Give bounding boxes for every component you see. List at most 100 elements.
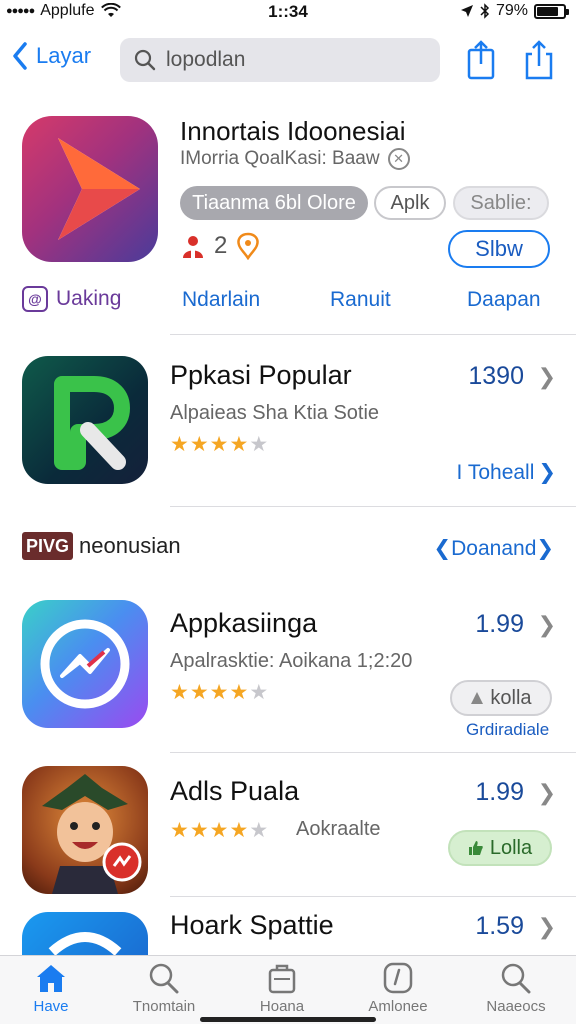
featured-rating-count: 2 (214, 232, 228, 259)
app-price[interactable]: 1.99 (475, 778, 524, 807)
section-header: PIVG neonusian (22, 532, 181, 560)
star-filled-icon: ★ (189, 433, 210, 456)
battery-level (537, 6, 558, 16)
tab-uaking-label: Uaking (56, 287, 122, 310)
close-circle-icon[interactable]: ✕ (387, 148, 410, 170)
app-get-button-label: kolla (490, 686, 532, 709)
tab-daapan[interactable]: Daapan (467, 288, 541, 312)
divider (170, 752, 576, 753)
people-icon (183, 236, 203, 258)
popular-price[interactable]: 1390 (468, 362, 524, 391)
thumbs-up-icon (468, 841, 483, 855)
tab-uaking[interactable]: @ Uaking (22, 286, 121, 312)
app-price[interactable]: 1.59 (475, 912, 524, 941)
section-title: neonusian (79, 533, 181, 558)
tab-search[interactable]: Tnomtain (114, 962, 214, 1015)
section-link-label: Doanand (451, 537, 537, 560)
section-logo: PIVG (22, 532, 74, 560)
badge-icon (237, 232, 260, 260)
app-rating-stars: ★★★★★ (170, 680, 269, 705)
location-arrow-icon (460, 5, 473, 17)
search-input[interactable] (166, 48, 426, 72)
character-face-icon (42, 774, 142, 894)
star-filled-icon: ★ (189, 819, 210, 842)
app-get-button[interactable]: Lolla (448, 830, 552, 866)
star-filled-icon: ★ (209, 433, 230, 456)
star-filled-icon: ★ (229, 681, 250, 704)
chip-sablie[interactable]: Sablie: (453, 186, 549, 220)
star-filled-icon: ★ (189, 681, 210, 704)
status-right: 79% (460, 2, 569, 20)
divider (170, 334, 576, 335)
home-indicator[interactable] (200, 1017, 376, 1022)
app-icon-messenger[interactable] (22, 600, 148, 728)
popular-app-subtitle: Alpaieas Sha Ktia Sotie (170, 402, 380, 424)
search-bar[interactable] (120, 38, 440, 82)
chip-primary[interactable]: Tiaanma 6bl Olore (180, 186, 368, 220)
home-icon (37, 965, 65, 992)
status-bar: ●●●●● Applufe 1::34 79% (0, 0, 576, 26)
search-icon (501, 963, 531, 994)
battery-icon (534, 3, 569, 19)
divider (170, 896, 576, 897)
star-filled-icon: ★ (170, 819, 190, 842)
app-title: Adls Puala (170, 776, 300, 806)
chevron-right-icon[interactable]: ❯ (538, 780, 556, 806)
tab-search-2-label: Naaeocs (486, 998, 546, 1015)
tab-home[interactable]: Have (1, 962, 101, 1015)
tab-ndarlain[interactable]: Ndarlain (182, 288, 260, 312)
tab-search-label: Tnomtain (132, 998, 196, 1015)
chevron-right-icon: ❯ (538, 461, 556, 484)
chip-aplk[interactable]: Aplk (374, 186, 446, 220)
app-price[interactable]: 1.99 (475, 610, 524, 639)
battery-percent: 79% (495, 2, 528, 19)
chevron-right-icon[interactable]: ❯ (538, 364, 556, 390)
star-filled-icon: ★ (209, 819, 230, 842)
featured-app-icon[interactable] (22, 116, 158, 262)
featured-rating-row: 2 (180, 232, 261, 260)
app-subtitle: Aokraalte (296, 818, 381, 840)
app-rating-stars: ★★★★★ (170, 818, 269, 843)
star-filled-icon: ★ (229, 433, 250, 456)
star-filled-icon: ★ (209, 681, 230, 704)
star-filled-icon: ★ (229, 819, 250, 842)
popular-link[interactable]: I Toheall ❯ (457, 460, 556, 485)
popular-app-title: Ppkasi Popular (170, 360, 352, 390)
back-button[interactable]: Layar (12, 42, 91, 70)
popular-app-icon[interactable] (22, 356, 148, 484)
tab-ranuit[interactable]: Ranuit (330, 288, 391, 312)
tab-bag[interactable]: Hoana (232, 962, 332, 1015)
star-empty-icon: ★ (249, 819, 270, 842)
messenger-bolt-icon (40, 619, 130, 709)
play-arrow-icon (58, 138, 140, 240)
updates-icon (383, 962, 413, 994)
app-get-button-label: Lolla (489, 836, 533, 859)
star-filled-icon: ★ (170, 433, 190, 456)
letter-r-icon (54, 376, 130, 470)
app-subtitle: Apalrasktie: Aoikana 1;2:20 (170, 650, 413, 672)
tab-search-2[interactable]: Naaeocs (466, 962, 566, 1015)
tab-updates[interactable]: Amlonee (348, 962, 448, 1015)
tab-bag-label: Hoana (259, 998, 305, 1015)
app-icon-character[interactable] (22, 766, 148, 894)
bookmark-share-icon[interactable] (464, 40, 498, 80)
section-link[interactable]: ❮Doanand❯ (434, 536, 554, 561)
share-icon[interactable] (522, 40, 556, 80)
bag-icon (268, 964, 296, 994)
chevron-right-icon[interactable]: ❯ (538, 914, 556, 940)
uaking-icon: @ (22, 286, 48, 312)
back-chevron-icon (13, 42, 27, 70)
chevron-right-icon[interactable]: ❯ (538, 612, 556, 638)
tab-bar: Have Tnomtain Hoana Amlonee Naaeocs (0, 955, 576, 1024)
search-icon (149, 963, 179, 994)
divider (170, 506, 576, 507)
star-empty-icon: ★ (249, 681, 270, 704)
star-filled-icon: ★ (170, 681, 190, 704)
chevron-right-icon: ❯ (536, 537, 554, 560)
featured-action-button[interactable]: Slbw (448, 230, 550, 268)
featured-subtitle: IMorria QoalKasi: Baaw ✕ (180, 148, 410, 170)
app-title: Appkasiinga (170, 608, 318, 638)
featured-tabs: @ Uaking Ndarlain Ranuit Daapan (0, 286, 576, 318)
app-get-button[interactable]: kolla (450, 680, 552, 716)
bluetooth-icon (480, 3, 490, 19)
